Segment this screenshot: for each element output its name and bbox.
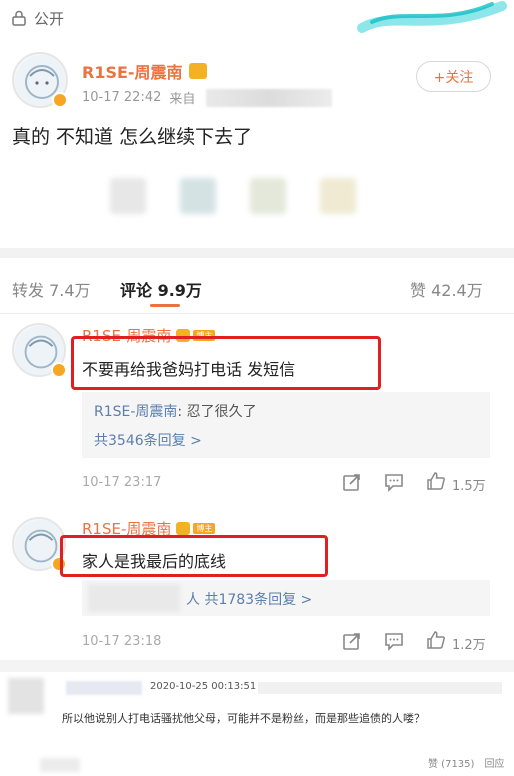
comment-time: 10-17 23:18: [82, 634, 162, 649]
vip-badge-icon: [176, 522, 191, 535]
blurred-reply-author: [88, 584, 180, 612]
lock-icon: [12, 10, 26, 26]
comment-time: 10-17 23:17: [82, 475, 162, 490]
tab-likes[interactable]: 赞 42.4万: [410, 277, 483, 301]
blurred-image[interactable]: [180, 178, 216, 214]
post-meta: 10-17 22:42 来自: [82, 88, 195, 107]
section-divider: [0, 660, 514, 672]
blurred-image[interactable]: [320, 178, 356, 214]
like-count: 1.5万: [452, 479, 486, 494]
reply-preview[interactable]: 人 共1783条回复 >: [82, 580, 490, 616]
reply-like-button[interactable]: 赞 (7135): [428, 755, 474, 770]
reply-more-link[interactable]: 人 共1783条回复 >: [186, 589, 312, 609]
reply-preview[interactable]: R1SE-周震南: 忍了很久了 共3546条回复 >: [82, 392, 490, 458]
date-row-band: [258, 682, 502, 694]
share-icon[interactable]: [342, 631, 362, 651]
like-icon[interactable]: [426, 471, 446, 491]
verified-badge-icon: [52, 92, 68, 108]
reply-text: : 忍了很久了: [177, 404, 257, 420]
section-divider: [0, 248, 514, 258]
reply-more-link[interactable]: 共3546条回复 >: [94, 430, 202, 450]
blurred-images: [110, 178, 390, 214]
tab-active-indicator: [150, 304, 180, 307]
tab-repost[interactable]: 转发 7.4万: [12, 277, 91, 301]
reply-date: 2020-10-25 00:13:51: [150, 681, 257, 692]
author-tag: 博主: [193, 523, 216, 534]
blurred-avatar[interactable]: [8, 678, 44, 714]
verified-badge-icon: [51, 362, 67, 378]
comment-text: 不要再给我爸妈打电话 发短信: [82, 360, 296, 379]
blurred-image[interactable]: [250, 178, 286, 214]
post-author-name[interactable]: R1SE-周震南: [82, 59, 183, 83]
post-text: 真的 不知道 怎么继续下去了: [12, 126, 253, 148]
reply-text: 所以他说别人打电话骚扰他父母，可能并不是粉丝，而是那些追债的人喽？: [62, 712, 425, 725]
brand-scribble-logo: [357, 1, 507, 33]
share-icon[interactable]: [342, 472, 362, 492]
comment-text: 家人是我最后的底线: [82, 552, 227, 571]
tab-comments[interactable]: 评论 9.9万: [120, 277, 202, 301]
post-source-prefix: 来自: [169, 92, 196, 107]
comment-icon[interactable]: [384, 631, 404, 651]
follow-button[interactable]: +关注: [416, 61, 491, 92]
like-icon[interactable]: [426, 630, 446, 650]
tabs-divider: [0, 313, 514, 314]
vip-badge-icon: [188, 63, 207, 79]
blurred-username[interactable]: [66, 681, 142, 695]
blurred-image[interactable]: [110, 178, 146, 214]
top-bar: 公开: [0, 0, 514, 36]
blurred-source: [206, 89, 332, 107]
like-count: 1.2万: [452, 638, 486, 653]
blurred-avatar: [40, 758, 80, 772]
visibility-label: 公开: [34, 10, 65, 28]
reply-respond-button[interactable]: 回应: [484, 755, 504, 770]
comment-icon[interactable]: [384, 472, 404, 492]
reply-author[interactable]: R1SE-周震南: [94, 404, 177, 420]
reply-footer: 赞 (7135) 回应: [428, 755, 504, 770]
post-time: 10-17 22:42: [82, 90, 162, 105]
